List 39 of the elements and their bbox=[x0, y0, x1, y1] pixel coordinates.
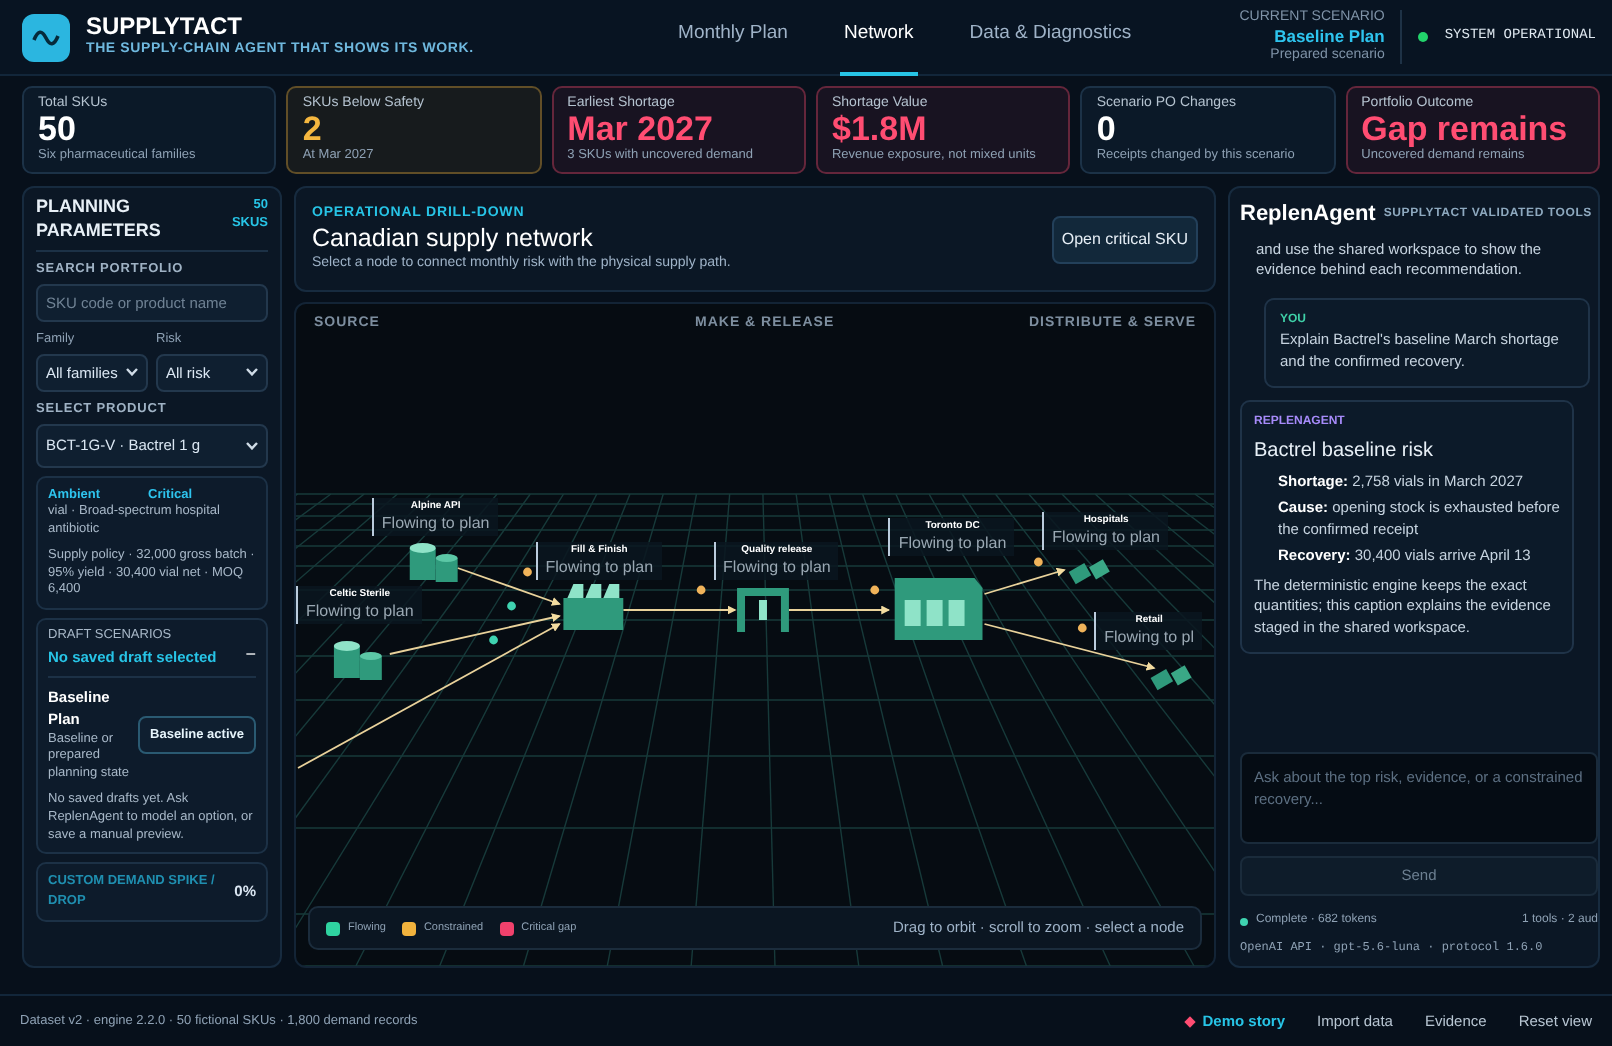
kpi-value: $1.8M bbox=[831, 111, 929, 149]
nav-tab[interactable]: Monthly Plan bbox=[674, 0, 792, 76]
kpi-value: Mar 2027 bbox=[567, 111, 715, 148]
collapse-toggle[interactable]: − bbox=[245, 641, 256, 669]
flow-arrow bbox=[983, 567, 1066, 595]
status-dot bbox=[1240, 917, 1248, 925]
caret-icon bbox=[126, 368, 138, 377]
node-status: Flowing to plan bbox=[306, 601, 414, 620]
flow-dot bbox=[489, 635, 498, 645]
flow-dot bbox=[507, 601, 516, 611]
caret-icon bbox=[246, 368, 258, 377]
kpi-value: Gap remains bbox=[1361, 111, 1570, 149]
kpi-value: 50 bbox=[38, 111, 78, 148]
brand-name: SUPPLYTACT bbox=[86, 13, 245, 40]
drilldown-title: Canadian supply network bbox=[312, 224, 595, 254]
flow-dot bbox=[870, 585, 880, 595]
node-status: Flowing to plan bbox=[381, 513, 490, 532]
kpi-value: 2 bbox=[302, 111, 324, 149]
open-critical-sku-button[interactable]: Open critical SKU bbox=[1051, 215, 1198, 263]
caret-icon bbox=[246, 441, 258, 450]
node-status: Flowing to plan bbox=[723, 557, 831, 576]
panel-title: PLANNING PARAMETERS bbox=[36, 196, 163, 243]
node-status: Flowing to pl bbox=[1104, 627, 1195, 646]
flow-dot bbox=[1034, 557, 1043, 567]
agent-name: ReplenAgent bbox=[1240, 200, 1376, 230]
node-status: Flowing to plan bbox=[545, 557, 654, 576]
scenario-name: Baseline Plan bbox=[1272, 26, 1385, 47]
nav-tab[interactable]: Network bbox=[839, 0, 918, 76]
flow-dot bbox=[1077, 623, 1087, 633]
flow-dot bbox=[696, 585, 706, 595]
flow-dot bbox=[523, 567, 532, 577]
kpi-value: 0 bbox=[1096, 111, 1118, 148]
flow-arrow bbox=[788, 605, 891, 615]
flow-arrow bbox=[622, 605, 737, 615]
node-status: Flowing to plan bbox=[1052, 527, 1160, 546]
message-title: Bactrel baseline risk bbox=[1254, 438, 1435, 466]
nav-tab[interactable]: Data & Diagnostics bbox=[965, 0, 1136, 76]
logo-icon bbox=[22, 13, 70, 61]
node-status: Flowing to plan bbox=[898, 533, 1007, 552]
